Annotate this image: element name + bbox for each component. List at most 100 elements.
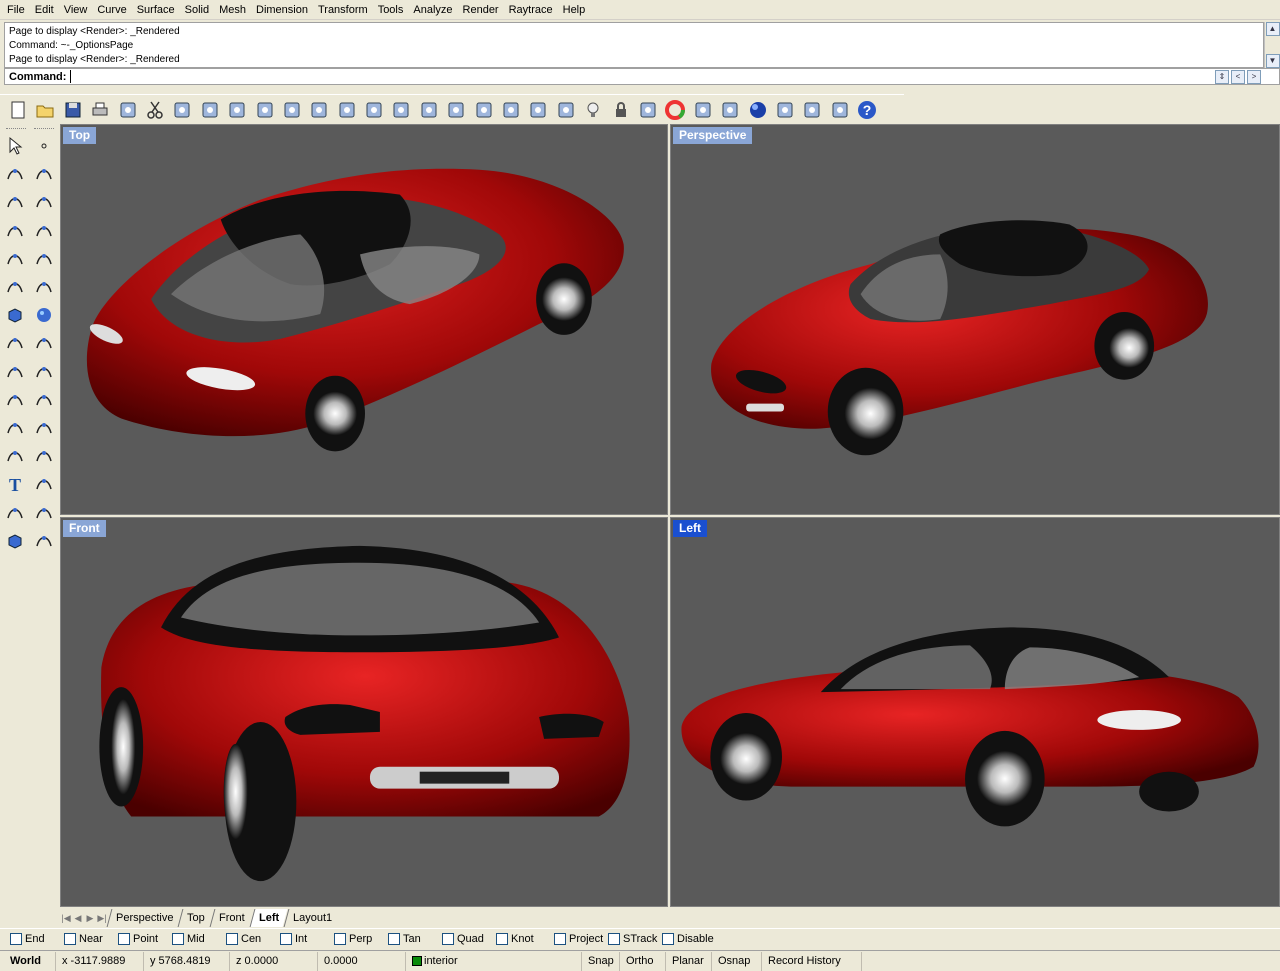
curve-icon[interactable]	[32, 162, 56, 186]
ellipse-icon[interactable]	[32, 190, 56, 214]
toolbar-grip[interactable]	[6, 128, 26, 130]
select-point-icon[interactable]	[526, 98, 550, 122]
command-next-icon[interactable]: >	[1247, 70, 1261, 84]
viewport-front[interactable]: Front	[60, 517, 668, 907]
viewport-label-top[interactable]: Top	[63, 127, 97, 144]
checkbox[interactable]	[280, 932, 292, 945]
menu-render[interactable]: Render	[458, 0, 504, 20]
planar-toggle[interactable]: Planar	[666, 951, 712, 971]
polyline-icon[interactable]	[3, 162, 27, 186]
menu-analyze[interactable]: Analyze	[408, 0, 457, 20]
rotate-view-icon[interactable]	[280, 98, 304, 122]
save-icon[interactable]	[61, 98, 85, 122]
tab-top[interactable]: Top	[178, 909, 214, 927]
layers-icon[interactable]	[636, 98, 660, 122]
viewport-top[interactable]: Top	[60, 124, 668, 515]
render-preview-icon[interactable]	[499, 98, 523, 122]
menu-solid[interactable]: Solid	[180, 0, 214, 20]
cylinder-icon[interactable]	[3, 331, 27, 355]
grid-snap-icon[interactable]	[828, 98, 852, 122]
circle-icon[interactable]	[3, 190, 27, 214]
trim-icon[interactable]	[3, 388, 27, 412]
history-scrollbar[interactable]: ▲ ▼	[1264, 22, 1280, 68]
menu-view[interactable]: View	[59, 0, 93, 20]
osnap-near[interactable]: Near	[64, 932, 118, 945]
open-icon[interactable]	[33, 98, 57, 122]
lock-icon[interactable]	[609, 98, 633, 122]
import-icon[interactable]	[116, 98, 140, 122]
menu-edit[interactable]: Edit	[30, 0, 59, 20]
osnap-toggle[interactable]: Osnap	[712, 951, 762, 971]
fillet-curve-icon[interactable]	[32, 247, 56, 271]
menu-tools[interactable]: Tools	[373, 0, 409, 20]
ortho-toggle[interactable]: Ortho	[620, 951, 666, 971]
osnap-cen[interactable]: Cen	[226, 932, 280, 945]
scroll-up-icon[interactable]: ▲	[1265, 22, 1280, 36]
group-icon[interactable]	[3, 501, 27, 525]
osnap-perp[interactable]: Perp	[334, 932, 388, 945]
menu-help[interactable]: Help	[558, 0, 591, 20]
help-icon[interactable]: ?	[855, 98, 879, 122]
blue-sphere-icon[interactable]	[746, 98, 770, 122]
select-arrow-icon[interactable]	[3, 134, 27, 158]
cut-icon[interactable]	[143, 98, 167, 122]
zoom-window-icon[interactable]	[335, 98, 359, 122]
select-options-icon[interactable]	[554, 98, 578, 122]
checkbox[interactable]	[608, 932, 620, 945]
tab-left[interactable]: Left	[249, 909, 288, 927]
checkbox[interactable]	[554, 932, 566, 945]
rectangle-icon[interactable]	[32, 219, 56, 243]
tab-perspective[interactable]: Perspective	[106, 909, 182, 927]
zoom-extents-icon[interactable]	[362, 98, 386, 122]
checkbox[interactable]	[442, 932, 454, 945]
osnap-disable[interactable]: Disable	[662, 932, 716, 945]
options-gear-icon[interactable]	[800, 98, 824, 122]
undo-icon[interactable]	[225, 98, 249, 122]
rebuild-icon[interactable]	[32, 444, 56, 468]
tab-prev-icon[interactable]: ◀	[72, 913, 84, 924]
checkbox[interactable]	[662, 932, 674, 945]
viewport-perspective[interactable]: Perspective	[670, 124, 1280, 515]
surface-icon[interactable]	[3, 275, 27, 299]
command-prev-icon[interactable]: <	[1231, 70, 1245, 84]
material-icon[interactable]	[691, 98, 715, 122]
checkbox[interactable]	[118, 932, 130, 945]
osnap-strack[interactable]: STrack	[608, 932, 662, 945]
dimension-icon[interactable]	[32, 472, 56, 496]
tab-last-icon[interactable]: ▶|	[96, 913, 108, 924]
tab-first-icon[interactable]: |◀	[60, 913, 72, 924]
light-bulb-icon[interactable]	[581, 98, 605, 122]
osnap-end[interactable]: End	[10, 932, 64, 945]
tab-layout1[interactable]: Layout1	[283, 909, 341, 927]
car-shade-icon[interactable]	[472, 98, 496, 122]
text-icon[interactable]: T	[3, 472, 27, 496]
mesh-icon[interactable]	[32, 331, 56, 355]
viewport-label-front[interactable]: Front	[63, 520, 106, 537]
osnap-knot[interactable]: Knot	[496, 932, 554, 945]
snap-toggle[interactable]: Snap	[582, 951, 620, 971]
checkbox[interactable]	[334, 932, 346, 945]
checkbox[interactable]	[64, 932, 76, 945]
undo-view-icon[interactable]	[417, 98, 441, 122]
viewport-label-perspective[interactable]: Perspective	[673, 127, 753, 144]
osnap-tan[interactable]: Tan	[388, 932, 442, 945]
menu-curve[interactable]: Curve	[92, 0, 131, 20]
checkbox[interactable]	[496, 932, 508, 945]
arc-icon[interactable]	[3, 219, 27, 243]
explode-icon[interactable]	[32, 360, 56, 384]
menu-dimension[interactable]: Dimension	[251, 0, 313, 20]
osnap-project[interactable]: Project	[554, 932, 608, 945]
scroll-down-icon[interactable]: ▼	[1265, 54, 1280, 68]
block-icon[interactable]	[3, 529, 27, 553]
checkbox[interactable]	[172, 932, 184, 945]
new-file-icon[interactable]	[6, 98, 30, 122]
polygon-icon[interactable]	[3, 247, 27, 271]
osnap-point[interactable]: Point	[118, 932, 172, 945]
zoom-selected-icon[interactable]	[389, 98, 413, 122]
sweep-icon[interactable]	[3, 444, 27, 468]
copy-icon[interactable]	[170, 98, 194, 122]
dimension-icon[interactable]	[773, 98, 797, 122]
tab-next-icon[interactable]: ▶	[84, 913, 96, 924]
checkbox[interactable]	[226, 932, 238, 945]
boolean-icon[interactable]	[3, 416, 27, 440]
